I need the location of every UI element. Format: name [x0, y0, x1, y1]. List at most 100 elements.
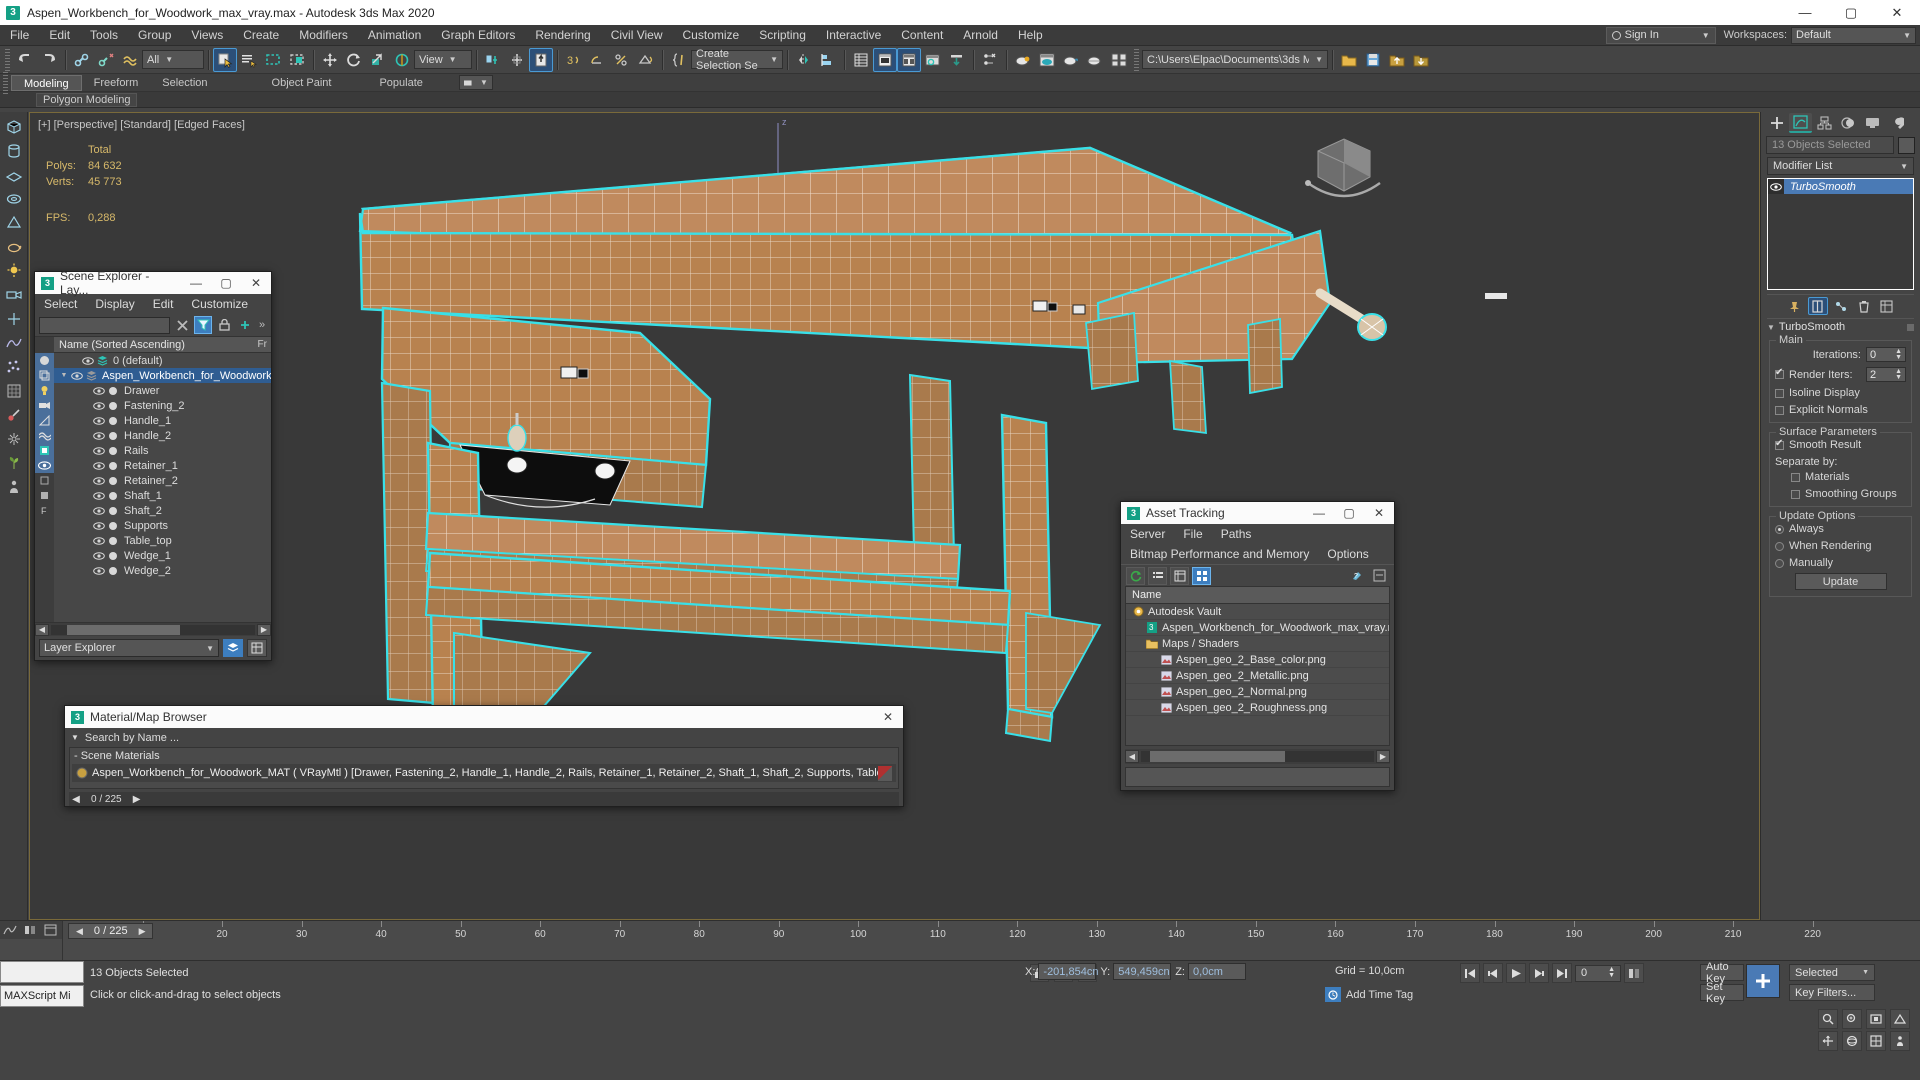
create-plane-icon[interactable] [3, 164, 25, 186]
scene-explorer-row[interactable]: Supports [54, 518, 271, 533]
angle-snap-toggle-icon[interactable] [586, 48, 610, 72]
export-icon[interactable] [1409, 48, 1433, 72]
iterations-spinner[interactable]: 0 ▲ ▼ [1866, 347, 1906, 362]
menu-help[interactable]: Help [1008, 25, 1053, 46]
particle-system-icon[interactable] [3, 356, 25, 378]
redo-icon[interactable] [37, 48, 61, 72]
zoom-icon[interactable] [1818, 1009, 1838, 1029]
asset-row[interactable]: 3 Aspen_Workbench_for_Woodwork_max_vray.m… [1126, 620, 1389, 636]
scene-explorer-row[interactable]: Wedge_1 [54, 548, 271, 563]
zoom-extents-icon[interactable] [1866, 1009, 1886, 1029]
orbit-view-icon[interactable] [1842, 1031, 1862, 1051]
edit-named-selection-icon[interactable] [667, 48, 691, 72]
create-teapot-icon[interactable] [3, 236, 25, 258]
menu-create[interactable]: Create [233, 25, 289, 46]
manage-layers-icon[interactable] [897, 47, 921, 72]
scene-converter-icon[interactable] [978, 48, 1002, 72]
gutter-freeze-icon[interactable]: F [35, 503, 54, 518]
systems-icon[interactable] [3, 428, 25, 450]
visibility-eye-icon[interactable] [70, 371, 84, 380]
visibility-eye-icon[interactable] [92, 536, 106, 545]
menu-animation[interactable]: Animation [358, 25, 431, 46]
update-when-rendering-radio[interactable] [1775, 541, 1784, 551]
undo-icon[interactable] [13, 48, 37, 72]
asset-column-header[interactable]: Name [1126, 587, 1389, 604]
modifier-stack-item[interactable]: TurboSmooth [1768, 179, 1913, 194]
toggle-scene-explorer-icon[interactable] [921, 48, 945, 72]
make-unique-icon[interactable] [1831, 297, 1851, 315]
key-filters-button[interactable]: Key Filters... [1789, 984, 1875, 1001]
menu-customize[interactable]: Customize [673, 25, 750, 46]
tab-modify[interactable] [1789, 113, 1812, 133]
render-in-cloud-icon[interactable] [1107, 48, 1131, 72]
toolbar-grip[interactable] [5, 48, 10, 71]
isoline-display-checkbox[interactable] [1775, 388, 1784, 398]
close-button[interactable]: ✕ [1364, 502, 1394, 524]
smoothing-groups-checkbox[interactable] [1791, 489, 1800, 499]
scene-explorer-row[interactable]: Retainer_2 [54, 473, 271, 488]
gutter-spacewarp-icon[interactable] [35, 428, 54, 443]
filter-icon[interactable] [194, 316, 212, 334]
zoom-all-icon[interactable] [1842, 1009, 1862, 1029]
sign-in-button[interactable]: Sign In ▼ [1605, 26, 1716, 44]
search-input[interactable] [39, 316, 170, 334]
menu-file[interactable]: File [0, 25, 39, 46]
layer-properties-icon[interactable] [247, 639, 267, 657]
list-column-header[interactable]: Name (Sorted Ascending) Fr [54, 337, 271, 353]
key-mode-toggle-icon[interactable] [1624, 963, 1644, 983]
visibility-eye-icon[interactable] [92, 401, 106, 410]
menu-scripting[interactable]: Scripting [749, 25, 816, 46]
gutter-eye-icon[interactable] [35, 458, 54, 473]
material-color-swatch[interactable] [878, 765, 892, 781]
tab-display[interactable] [1861, 113, 1884, 133]
spinner-snap-toggle-icon[interactable] [634, 48, 658, 72]
visibility-eye-icon[interactable] [81, 356, 95, 365]
lock-icon[interactable] [215, 316, 233, 334]
tab-modeling[interactable]: Modeling [11, 74, 82, 91]
paint-deform-icon[interactable] [3, 404, 25, 426]
pin-stack-icon[interactable] [1785, 297, 1805, 315]
visibility-eye-icon[interactable] [92, 521, 106, 530]
scene-explorer-window[interactable]: 3 Scene Explorer - Lay... — ▢ ✕ Select D… [34, 269, 272, 661]
create-pyramid-icon[interactable] [3, 212, 25, 234]
scene-explorer-row[interactable]: Handle_1 [54, 413, 271, 428]
spinner-arrows-icon[interactable]: ▲ ▼ [1895, 368, 1902, 381]
visibility-eye-icon[interactable] [92, 506, 106, 515]
remove-modifier-icon[interactable] [1854, 297, 1874, 315]
menu-modifiers[interactable]: Modifiers [289, 25, 358, 46]
asset-list[interactable]: Name Autodesk Vault 3 Aspen_Workbench_for_… [1125, 586, 1390, 746]
render-setup-icon[interactable] [1035, 48, 1059, 72]
prev-frame-icon[interactable]: ◀ [73, 926, 86, 937]
timeline-ruler[interactable]: 1020304050607080901001101201301401501601… [62, 921, 1920, 960]
gutter-copy-icon[interactable] [35, 368, 54, 383]
create-helper-icon[interactable] [3, 308, 25, 330]
menu-arnold[interactable]: Arnold [953, 25, 1008, 46]
next-frame-icon[interactable] [1529, 963, 1549, 983]
spinner-arrows-icon[interactable]: ▲ ▼ [1895, 348, 1902, 361]
se-menu-select[interactable]: Select [35, 294, 86, 314]
more-options-icon[interactable]: » [257, 316, 267, 334]
auto-key-button[interactable]: Auto Key [1700, 961, 1744, 985]
create-light-icon[interactable] [3, 260, 25, 282]
scene-materials-group[interactable]: - Scene Materials [70, 748, 898, 764]
create-cylinder-icon[interactable] [3, 140, 25, 162]
grid-snap-icon[interactable] [3, 380, 25, 402]
asset-hscrollbar[interactable]: ◀ ▶ [1125, 749, 1390, 764]
gutter-blank-icon[interactable] [35, 488, 54, 503]
set-key-button[interactable]: Set Key [1700, 981, 1744, 1005]
project-folder-path[interactable]: C:\Users\Elpac\Documents\3ds Max 2020 ▼ [1142, 50, 1328, 69]
add-time-tag-group[interactable]: Add Time Tag [1325, 987, 1413, 1002]
scene-explorer-row[interactable]: Rails [54, 443, 271, 458]
frame-counter-bar[interactable]: ◀ 0 / 225 ▶ [69, 792, 899, 806]
rollout-pin-icon[interactable] [1907, 323, 1914, 331]
explicit-normals-checkbox[interactable] [1775, 405, 1784, 415]
tab-create[interactable] [1765, 113, 1788, 133]
scroll-left-icon[interactable]: ◀ [1125, 750, 1139, 763]
material-list[interactable]: - Scene Materials Aspen_Workbench_for_Wo… [69, 747, 899, 789]
close-button[interactable]: ✕ [873, 706, 903, 728]
material-map-browser-window[interactable]: 3 Material/Map Browser ✕ ▼ Search by Nam… [64, 705, 904, 807]
show-end-result-icon[interactable] [1807, 297, 1828, 315]
open-mini-curve-editor-icon[interactable] [0, 922, 20, 939]
menu-views[interactable]: Views [181, 25, 233, 46]
rollout-header[interactable]: ▼ TurboSmooth [1767, 318, 1914, 335]
